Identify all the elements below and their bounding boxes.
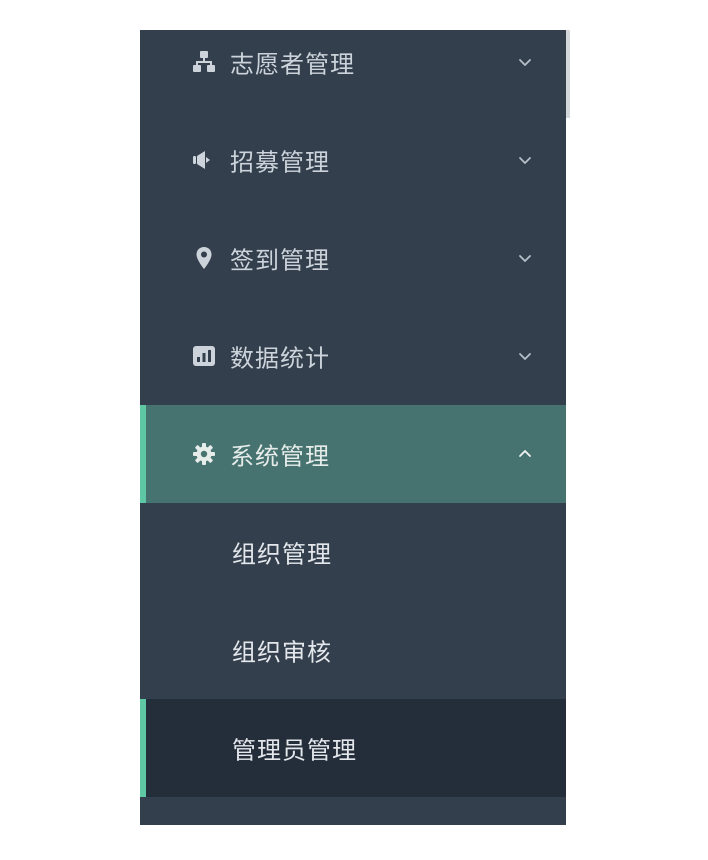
submenu-item-admin-management[interactable]: 管理员管理 [140, 699, 566, 797]
menu-item-label: 数据统计 [230, 344, 330, 373]
menu-item-system-management[interactable]: 系统管理 [140, 405, 566, 503]
active-accent-bar [140, 699, 146, 797]
sitemap-icon [192, 50, 216, 74]
chevron-down-icon [519, 157, 531, 164]
chevron-down-icon [519, 59, 531, 66]
chevron-up-icon [519, 450, 531, 457]
menu-item-label: 系统管理 [230, 442, 330, 471]
menu-item-data-statistics[interactable]: 数据统计 [140, 307, 566, 405]
map-marker-icon [192, 246, 216, 270]
menu-item-label: 招募管理 [230, 148, 330, 177]
sidebar-menu: 志愿者管理 招募管理 签到管理 数据统计 系统管理 组织管理 组织审核 管理员管… [140, 30, 566, 825]
bullhorn-icon [192, 148, 216, 172]
submenu-item-label: 组织管理 [232, 540, 332, 569]
active-accent-bar [140, 405, 146, 503]
bar-chart-icon [192, 344, 216, 368]
menu-item-label: 志愿者管理 [230, 50, 355, 79]
menu-item-recruitment-management[interactable]: 招募管理 [140, 111, 566, 209]
chevron-down-icon [519, 255, 531, 262]
gear-icon [192, 442, 216, 466]
menu-item-volunteer-management[interactable]: 志愿者管理 [140, 13, 566, 111]
chevron-down-icon [519, 353, 531, 360]
submenu-item-organization-review[interactable]: 组织审核 [140, 601, 566, 699]
submenu-item-label: 组织审核 [232, 638, 332, 667]
submenu-item-label: 管理员管理 [232, 736, 357, 765]
menu-item-checkin-management[interactable]: 签到管理 [140, 209, 566, 307]
menu-item-label: 签到管理 [230, 246, 330, 275]
submenu-item-organization-management[interactable]: 组织管理 [140, 503, 566, 601]
scrollbar-edge[interactable] [566, 30, 570, 118]
